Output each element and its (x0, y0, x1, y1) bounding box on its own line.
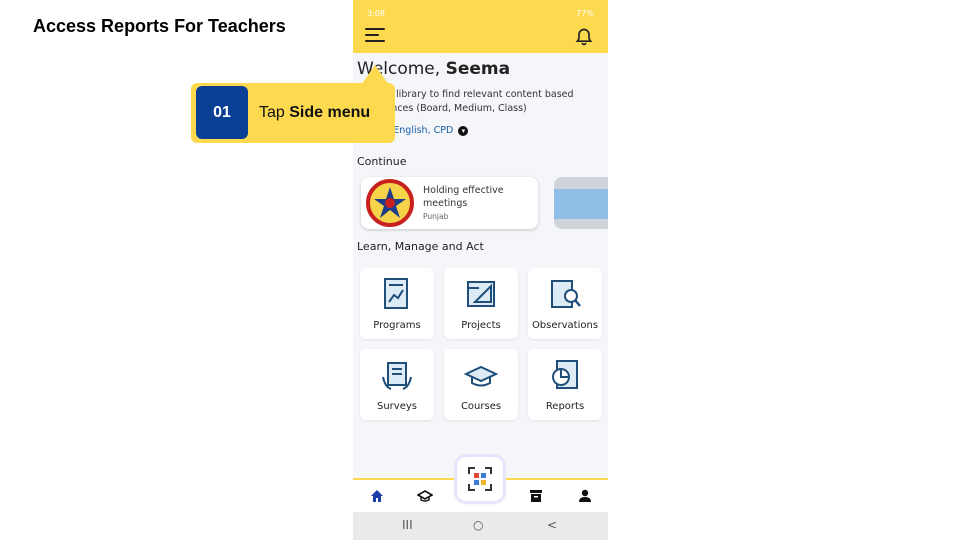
graduation-cap-icon[interactable] (417, 488, 433, 504)
step-number-badge: 01 (196, 86, 248, 139)
continue-card-title: Holding effective meetings (423, 185, 504, 209)
step-action: Side menu (289, 104, 371, 121)
tile-label: Projects (461, 320, 501, 331)
courses-icon (463, 365, 499, 387)
qr-scanner-button[interactable] (457, 457, 503, 501)
programs-icon (384, 278, 408, 309)
bell-icon[interactable] (574, 27, 594, 47)
tile-label: Observations (531, 320, 599, 331)
tile-label: Surveys (377, 401, 417, 412)
app-header (353, 24, 608, 53)
tile-observations[interactable]: Observations (528, 268, 602, 339)
battery-level: 77% (576, 9, 594, 18)
continue-card-subtitle: Punjab (423, 212, 449, 221)
continue-card-next[interactable] (554, 177, 608, 229)
user-name: Seema (445, 59, 511, 79)
tile-label: Programs (373, 320, 421, 331)
hamburger-menu-icon[interactable] (365, 28, 385, 44)
recent-apps-button[interactable]: III (402, 518, 413, 532)
home-icon[interactable] (369, 488, 385, 504)
system-home-button[interactable]: ○ (473, 518, 483, 532)
phone-screen: 3:08 77% Welcome, Seema DIKSHA library t… (353, 0, 608, 540)
profile-icon[interactable] (577, 488, 593, 504)
tile-projects[interactable]: Projects (444, 268, 518, 339)
callout-pointer (361, 65, 389, 85)
projects-icon (467, 281, 495, 307)
system-nav-bar: III ○ < (353, 512, 608, 540)
learn-title: Learn, Manage and Act (357, 240, 484, 253)
chevron-down-icon[interactable]: ▾ (458, 125, 469, 136)
tile-programs[interactable]: Programs (360, 268, 434, 339)
course-logo-icon (366, 179, 414, 227)
status-bar: 3:08 77% (353, 0, 608, 24)
continue-title: Continue (357, 155, 407, 168)
tile-reports[interactable]: Reports (528, 349, 602, 420)
step-prefix: Tap (259, 104, 285, 121)
reports-icon (552, 360, 578, 389)
step-instruction: Tap Side menu (259, 104, 370, 122)
status-time: 3:08 (367, 9, 385, 18)
tile-label: Reports (545, 401, 585, 412)
tile-courses[interactable]: Courses (444, 349, 518, 420)
back-button[interactable]: < (547, 518, 557, 532)
tile-label: Courses (460, 401, 502, 412)
surveys-icon (382, 362, 412, 390)
continue-card[interactable]: Holding effective meetings Punjab (361, 177, 538, 229)
qr-scanner-icon (468, 467, 492, 491)
slide-title: Access Reports For Teachers (33, 16, 286, 36)
observations-icon (551, 280, 581, 308)
archive-icon[interactable] (528, 488, 544, 504)
course-thumbnail (554, 189, 608, 219)
tile-surveys[interactable]: Surveys (360, 349, 434, 420)
